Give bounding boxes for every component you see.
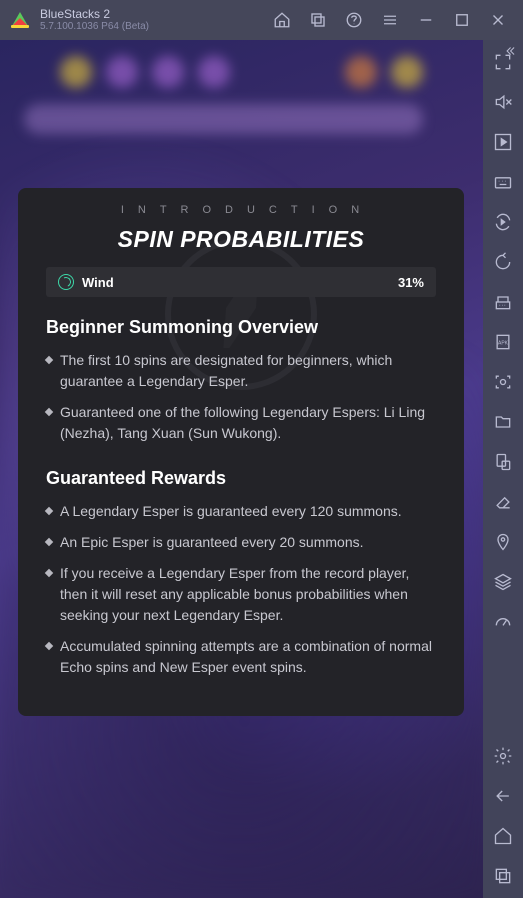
menu-icon[interactable] bbox=[381, 11, 399, 29]
device-icon[interactable] bbox=[493, 452, 513, 472]
title-text: BlueStacks 2 5.7.100.1036 P64 (Beta) bbox=[40, 7, 273, 33]
list-item: If you receive a Legendary Esper from th… bbox=[46, 563, 436, 626]
folder-icon[interactable] bbox=[493, 412, 513, 432]
section-title-rewards: Guaranteed Rewards bbox=[46, 468, 436, 489]
wind-icon bbox=[58, 274, 74, 290]
game-viewport: INTRODUCTION SPIN PROBABILITIES Wind 31%… bbox=[0, 40, 483, 898]
titlebar-buttons bbox=[273, 11, 515, 29]
rewards-list: A Legendary Esper is guaranteed every 12… bbox=[46, 501, 436, 678]
blurred-top-row bbox=[60, 56, 423, 92]
screenshot-icon[interactable] bbox=[493, 372, 513, 392]
nav-home-icon[interactable] bbox=[493, 826, 513, 846]
app-name: BlueStacks 2 bbox=[40, 7, 273, 21]
app-logo bbox=[8, 8, 32, 32]
list-item: Guaranteed one of the following Legendar… bbox=[46, 402, 436, 444]
section-title-beginner: Beginner Summoning Overview bbox=[46, 317, 436, 338]
multi-instance-icon[interactable] bbox=[309, 11, 327, 29]
intro-label: INTRODUCTION bbox=[58, 204, 436, 216]
modal-title: SPIN PROBABILITIES bbox=[46, 226, 436, 253]
list-item: The first 10 spins are designated for be… bbox=[46, 350, 436, 392]
svg-text:APK: APK bbox=[498, 341, 509, 347]
minimize-icon[interactable] bbox=[417, 11, 435, 29]
recents-icon[interactable] bbox=[493, 866, 513, 886]
play-right-icon[interactable] bbox=[493, 132, 513, 152]
app-version: 5.7.100.1036 P64 (Beta) bbox=[40, 21, 273, 33]
close-icon[interactable] bbox=[489, 11, 507, 29]
probability-row: Wind 31% bbox=[46, 267, 436, 297]
sync-play-icon[interactable] bbox=[493, 212, 513, 232]
gauge-icon[interactable] bbox=[493, 612, 513, 632]
apk-icon[interactable]: APK bbox=[493, 332, 513, 352]
titlebar: BlueStacks 2 5.7.100.1036 P64 (Beta) bbox=[0, 0, 523, 40]
list-item: Accumulated spinning attempts are a comb… bbox=[46, 636, 436, 678]
keyboard-icon[interactable] bbox=[493, 172, 513, 192]
right-sidebar: APK bbox=[483, 40, 523, 898]
volume-mute-icon[interactable] bbox=[493, 92, 513, 112]
maximize-icon[interactable] bbox=[453, 11, 471, 29]
beginner-list: The first 10 spins are designated for be… bbox=[46, 350, 436, 444]
probability-value: 31% bbox=[398, 275, 424, 290]
spin-probabilities-modal: INTRODUCTION SPIN PROBABILITIES Wind 31%… bbox=[18, 188, 464, 716]
element-label: Wind bbox=[82, 275, 390, 290]
home-icon[interactable] bbox=[273, 11, 291, 29]
list-item: An Epic Esper is guaranteed every 20 sum… bbox=[46, 532, 436, 553]
disk-icon[interactable] bbox=[493, 292, 513, 312]
collapse-sidebar-icon[interactable] bbox=[503, 44, 517, 58]
blurred-tab-bar bbox=[24, 104, 423, 134]
eraser-icon[interactable] bbox=[493, 492, 513, 512]
layers-icon[interactable] bbox=[493, 572, 513, 592]
rotate-icon[interactable] bbox=[493, 252, 513, 272]
back-icon[interactable] bbox=[493, 786, 513, 806]
help-icon[interactable] bbox=[345, 11, 363, 29]
location-icon[interactable] bbox=[493, 532, 513, 552]
list-item: A Legendary Esper is guaranteed every 12… bbox=[46, 501, 436, 522]
gear-icon[interactable] bbox=[493, 746, 513, 766]
